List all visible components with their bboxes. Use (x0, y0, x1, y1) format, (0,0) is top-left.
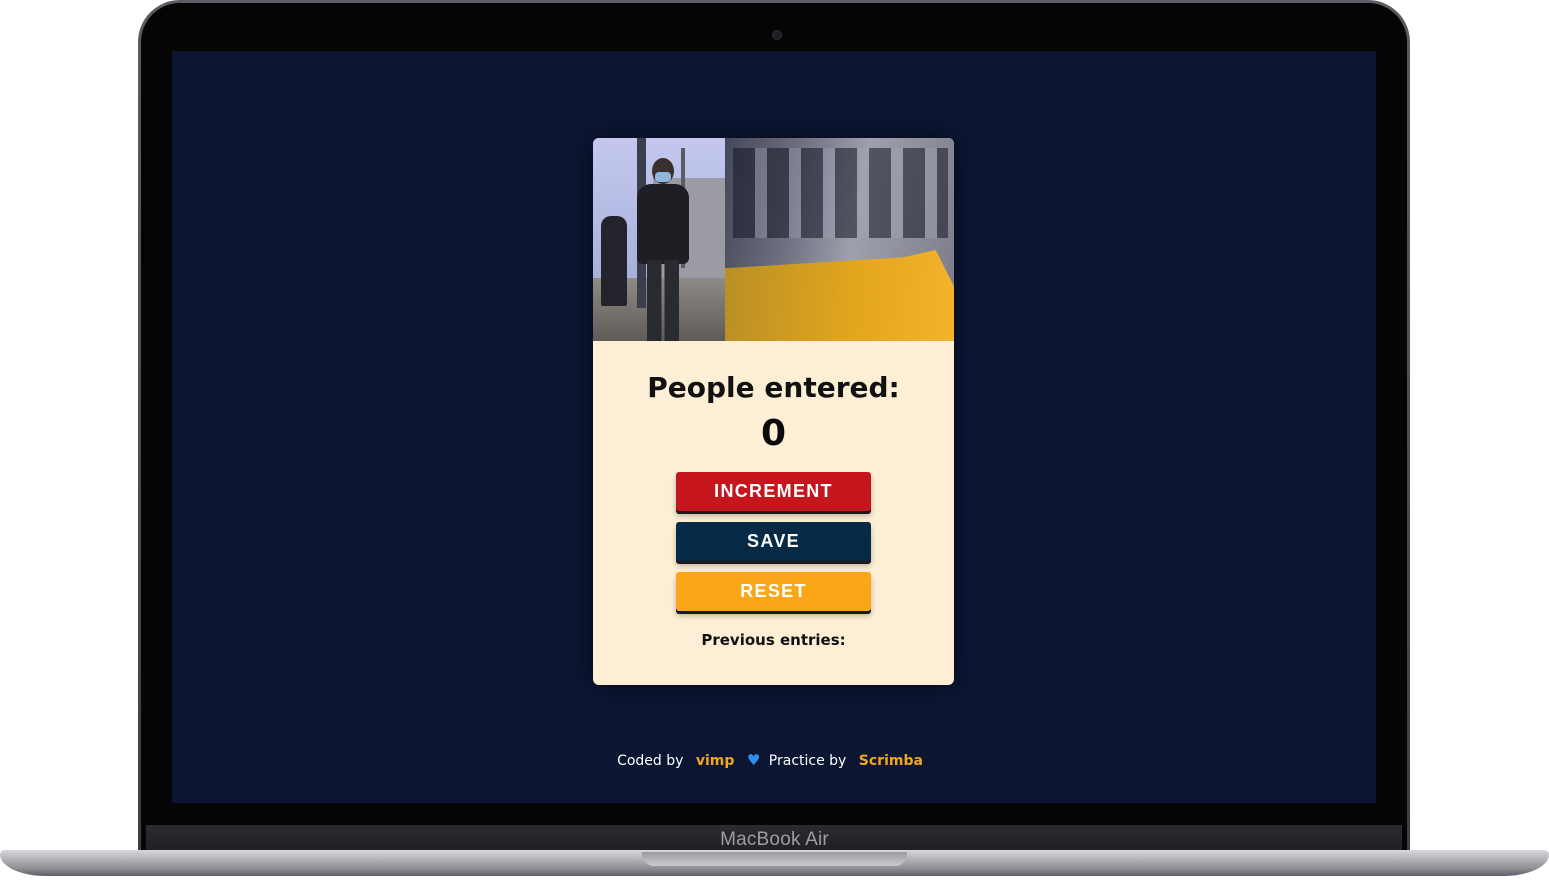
previous-entries-list (593, 653, 954, 669)
laptop-base-notch (642, 852, 907, 866)
increment-button[interactable]: INCREMENT (676, 472, 871, 511)
save-button[interactable]: SAVE (676, 522, 871, 561)
laptop-brand-label: MacBook Air (720, 829, 829, 850)
hero-image (593, 138, 954, 341)
previous-entries-label: Previous entries: (701, 631, 846, 649)
webcam-icon (772, 30, 782, 40)
counter-title: People entered: (647, 371, 900, 404)
counter-content: People entered: 0 INCREMENT SAVE RESET P… (593, 341, 954, 669)
scrimba-link[interactable]: Scrimba (859, 753, 923, 769)
counter-card: People entered: 0 INCREMENT SAVE RESET P… (593, 138, 954, 685)
count-value: 0 (760, 413, 787, 454)
app-screen: People entered: 0 INCREMENT SAVE RESET P… (172, 51, 1376, 803)
author-link[interactable]: vimp (696, 753, 735, 769)
footer: Coded by vimp ♥ Practice by Scrimba (172, 751, 1376, 769)
laptop-mockup: People entered: 0 INCREMENT SAVE RESET P… (0, 0, 1549, 890)
commuter-figure (633, 158, 693, 341)
practice-by-label: Practice by (768, 753, 847, 769)
reset-button[interactable]: RESET (676, 572, 871, 611)
heart-icon: ♥ (746, 751, 761, 769)
coded-by-label: Coded by (617, 753, 684, 769)
